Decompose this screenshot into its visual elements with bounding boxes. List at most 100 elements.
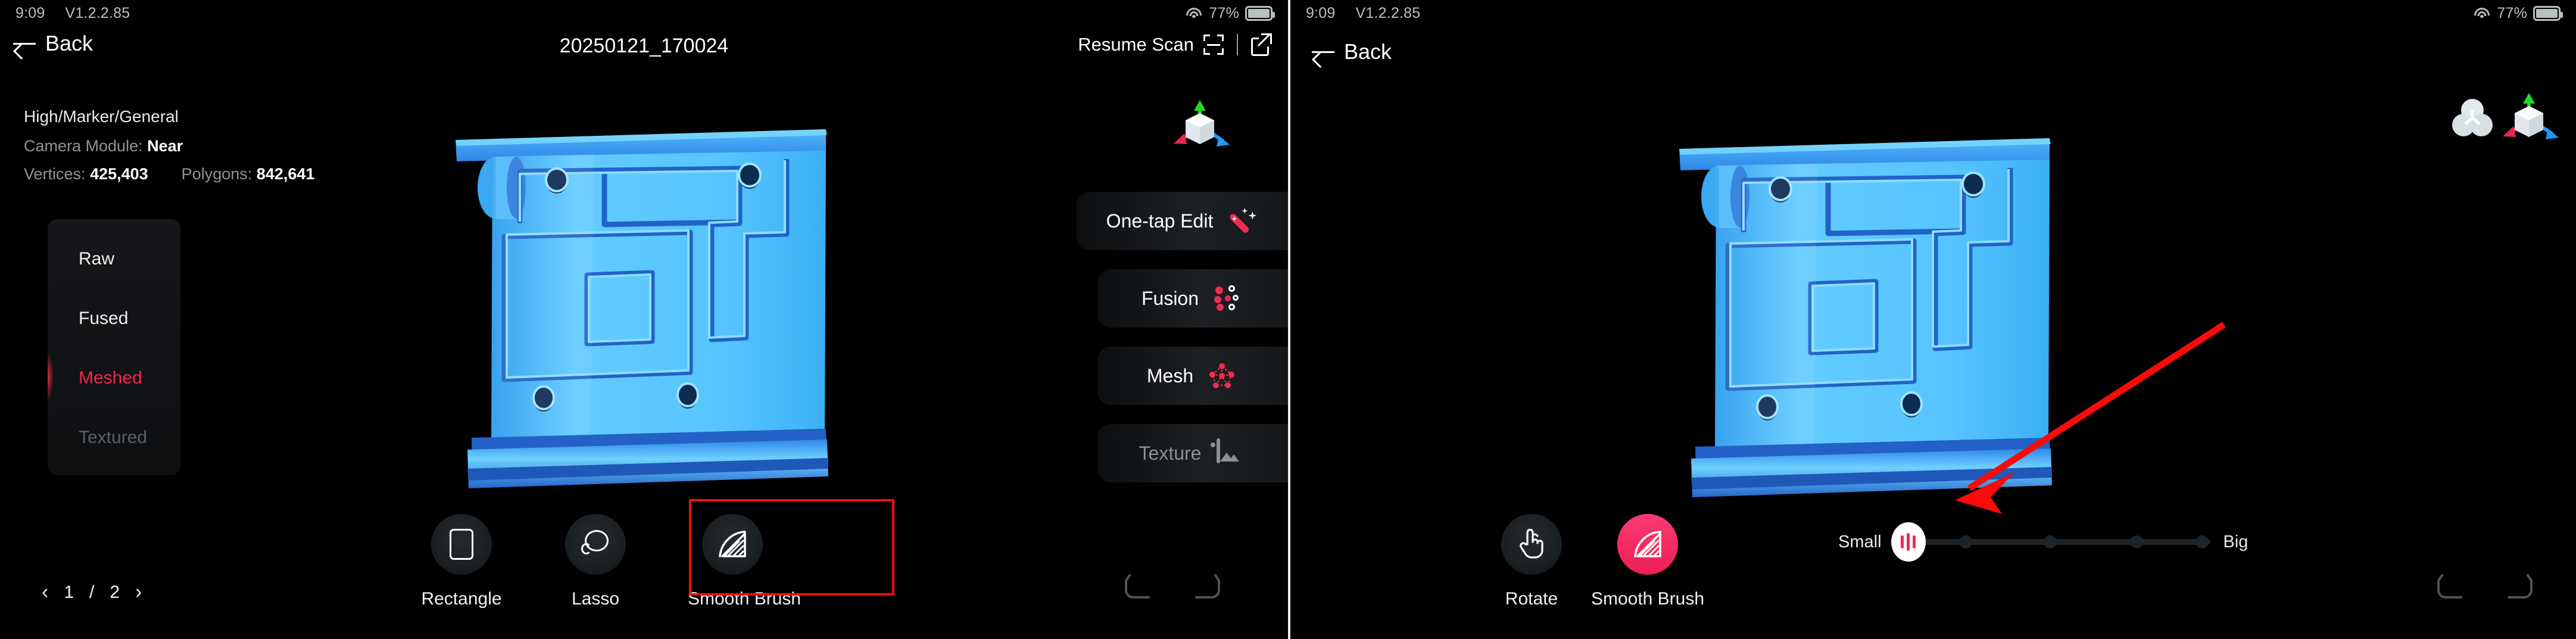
- status-indicators: 77%: [2473, 4, 2563, 22]
- scanned-model-mesh: [1639, 113, 2056, 503]
- scanned-model-mesh: [415, 104, 832, 494]
- vertices-value: 425,403: [90, 165, 148, 183]
- tool-rotate-label: Rotate: [1505, 589, 1558, 609]
- redo-arrow-icon[interactable]: [2502, 571, 2535, 600]
- selection-toolbar: Rectangle Lasso Smooth Brush: [417, 490, 929, 639]
- scan-frame-icon: [1203, 35, 1224, 55]
- axis-gizmo-icon[interactable]: [1164, 96, 1236, 156]
- scan-profile: High/Marker/General: [24, 107, 179, 126]
- texture-button[interactable]: Texture: [1097, 424, 1288, 482]
- back-button[interactable]: Back: [13, 31, 93, 56]
- history-controls: [2435, 571, 2535, 600]
- lasso-select-icon: [580, 529, 611, 560]
- battery-icon: [2533, 5, 2563, 21]
- slider-tick: [2195, 535, 2209, 548]
- tool-lasso-label: Lasso: [571, 589, 620, 609]
- red-pointer-arrow: [1898, 319, 2231, 521]
- undo-arrow-icon[interactable]: [1122, 571, 1156, 600]
- three-spheres-icon[interactable]: [2449, 94, 2496, 142]
- tool-smooth-brush[interactable]: Smooth Brush: [688, 514, 802, 609]
- stage-item-fused[interactable]: Fused: [79, 308, 180, 329]
- fusion-dots-icon: [1214, 285, 1240, 311]
- tool-lasso[interactable]: Lasso: [551, 514, 640, 609]
- mesh-label: Mesh: [1146, 364, 1194, 386]
- arrow-left-icon: [1312, 43, 1336, 61]
- tool-smooth-brush-label: Smooth Brush: [688, 589, 802, 609]
- vertices-label: Vertices:: [24, 165, 86, 183]
- status-time: 9:09: [1306, 4, 1336, 21]
- resume-scan-label: Resume Scan: [1078, 34, 1194, 55]
- page-total: 2: [110, 582, 120, 602]
- smooth-brush-icon: [1632, 529, 1663, 560]
- polygons-stat: Polygons: 842,641: [182, 166, 315, 182]
- camera-module-value: Near: [147, 137, 183, 155]
- battery-percent: 77%: [2497, 4, 2527, 21]
- stage-list: Raw Fused Meshed Textured: [48, 219, 180, 475]
- tool-smooth-brush-label: Smooth Brush: [1590, 589, 1705, 609]
- axis-gizmo-icon[interactable]: [2493, 89, 2565, 149]
- pipeline-actions: One-tap Edit Fusion Mesh Texture: [1008, 192, 1288, 482]
- tool-rectangle-label: Rectangle: [421, 589, 502, 609]
- fusion-button[interactable]: Fusion: [1097, 269, 1288, 328]
- pagination: ‹ 1 / 2 ›: [42, 581, 142, 604]
- redo-arrow-icon[interactable]: [1189, 571, 1222, 600]
- tool-smooth-brush[interactable]: Smooth Brush: [1576, 514, 1719, 609]
- top-bar: Back 20250121_170024 Resume Scan: [0, 26, 1288, 68]
- stage-item-meshed[interactable]: Meshed: [48, 351, 180, 403]
- top-bar-actions: Resume Scan: [1078, 33, 1272, 56]
- brush-size-slider[interactable]: Small Big: [1838, 522, 2248, 562]
- app-root: 9:09 V1.2.2.85 77% Back 20250121_170024 …: [0, 0, 2576, 639]
- rectangle-select-icon: [450, 529, 473, 560]
- share-export-icon[interactable]: [1251, 33, 1272, 56]
- status-time: 9:09: [15, 4, 45, 21]
- status-bar: 9:09 V1.2.2.85 77%: [1290, 0, 2576, 26]
- history-controls: [1122, 571, 1222, 600]
- chevron-left-icon[interactable]: ‹: [42, 581, 48, 604]
- status-indicators: 77%: [1185, 4, 1275, 22]
- arrow-left-icon: [13, 35, 37, 52]
- resume-scan-button[interactable]: Resume Scan: [1078, 34, 1224, 55]
- polygons-value: 842,641: [256, 165, 315, 183]
- slider-min-label: Small: [1838, 532, 1882, 551]
- texture-label: Texture: [1139, 442, 1202, 464]
- page-separator: /: [89, 582, 95, 602]
- app-version: V1.2.2.85: [1355, 4, 1421, 21]
- back-label: Back: [45, 31, 93, 55]
- scan-metadata: High/Marker/General Camera Module: Near …: [24, 108, 314, 194]
- page-title: 20250121_170024: [559, 35, 729, 57]
- chevron-right-icon[interactable]: ›: [135, 581, 142, 604]
- wifi-icon: [1185, 7, 1203, 20]
- one-tap-edit-label: One-tap Edit: [1106, 210, 1214, 232]
- camera-module-row: Camera Module: Near: [24, 138, 314, 154]
- camera-module-label: Camera Module:: [24, 137, 143, 155]
- mesh-button[interactable]: Mesh: [1097, 347, 1288, 405]
- status-bar: 9:09 V1.2.2.85 77%: [0, 0, 1288, 26]
- back-button[interactable]: Back: [1312, 39, 1392, 64]
- wifi-icon: [2473, 7, 2491, 20]
- hand-pointer-icon: [1516, 526, 1547, 563]
- slider-track-area[interactable]: [1891, 522, 2210, 562]
- stage-item-raw[interactable]: Raw: [79, 249, 180, 269]
- page-current: 1: [64, 582, 74, 602]
- undo-arrow-icon[interactable]: [2435, 571, 2468, 600]
- fusion-label: Fusion: [1141, 287, 1199, 309]
- tool-rectangle[interactable]: Rectangle: [417, 514, 506, 609]
- stage-item-textured[interactable]: Textured: [79, 428, 180, 448]
- magic-wand-icon: [1228, 208, 1257, 235]
- battery-icon: [1245, 5, 1275, 21]
- tool-rotate[interactable]: Rotate: [1487, 514, 1576, 609]
- slider-max-label: Big: [2223, 532, 2248, 551]
- slider-tick: [2043, 535, 2057, 548]
- polygons-label: Polygons:: [181, 165, 252, 183]
- slider-tick: [1958, 535, 1972, 548]
- smooth-brush-icon: [717, 529, 748, 560]
- top-bar: Back: [1290, 26, 2576, 68]
- right-screen: 9:09 V1.2.2.85 77% Back Rotate Smooth Br…: [1290, 0, 2576, 639]
- geometry-stats-row: Vertices: 425,403 Polygons: 842,641: [24, 166, 314, 182]
- brush-size-thumb-icon[interactable]: [1891, 522, 1926, 562]
- image-texture-icon: [1211, 438, 1243, 466]
- slider-tick: [2129, 535, 2143, 548]
- one-tap-edit-button[interactable]: One-tap Edit: [1077, 192, 1288, 250]
- vertices-stat: Vertices: 425,403: [24, 166, 148, 182]
- battery-percent: 77%: [1209, 4, 1239, 21]
